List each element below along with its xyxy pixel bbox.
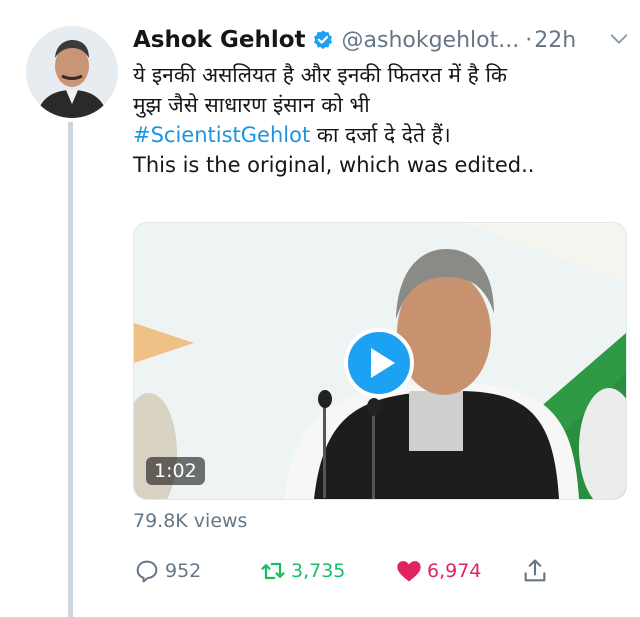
action-bar: 952 3,735 6,974 [133,556,573,586]
thread-line [68,122,73,617]
author-handle[interactable]: @ashokgehlot... [342,28,520,53]
tweet-line-2: मुझ जैसे साधारण इंसान को भी [133,93,370,117]
retweet-count: 3,735 [291,560,346,582]
share-icon [524,559,546,582]
tweet-line-3: #ScientistGehlot का दर्जा दे देते हैं। [133,120,628,150]
share-button[interactable] [521,556,553,586]
hashtag-link[interactable]: #ScientistGehlot [133,123,310,147]
separator-dot: · [525,27,533,53]
heart-icon [397,561,421,582]
like-button[interactable]: 6,974 [395,556,481,586]
retweet-icon [261,562,285,580]
reply-count: 952 [165,560,202,582]
avatar[interactable] [26,26,118,118]
reply-icon [136,560,158,583]
play-icon[interactable] [344,328,414,398]
avatar-image [26,26,118,118]
video-duration: 1:02 [146,457,205,485]
view-count: 79.8K views [133,510,248,532]
like-count: 6,974 [427,560,482,582]
tweet-time[interactable]: 22h [534,28,576,53]
retweet-button[interactable]: 3,735 [259,556,345,586]
tweet-line-1: ये इनकी असलियत है और इनकी फितरत में है क… [133,63,508,87]
video-player[interactable]: 1:02 [133,222,627,500]
tweet-text: ये इनकी असलियत है और इनकी फितरत में है क… [133,60,628,180]
chevron-down-icon[interactable] [608,28,630,50]
tweet-header: Ashok Gehlot @ashokgehlot... · 22h [133,24,640,56]
verified-badge-icon [313,30,332,50]
reply-button[interactable]: 952 [133,556,201,586]
author-name[interactable]: Ashok Gehlot [133,27,306,53]
tweet-line-3-rest: का दर्जा दे देते हैं। [310,123,451,147]
tweet-line-4: This is the original, which was edited.. [133,153,535,177]
